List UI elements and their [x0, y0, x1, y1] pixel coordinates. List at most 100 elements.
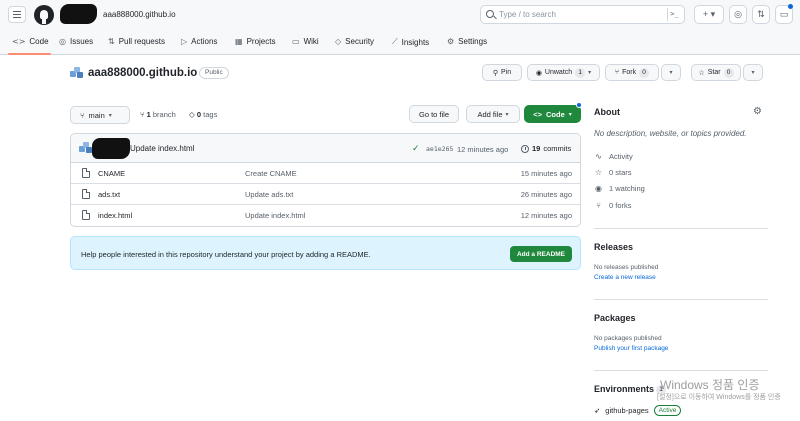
- search-input[interactable]: Type / to search >_: [480, 5, 685, 24]
- file-name[interactable]: index.html: [98, 211, 132, 220]
- about-heading: About: [594, 107, 620, 117]
- code-dropdown-button[interactable]: <> Code ▾: [524, 105, 581, 123]
- fork-button[interactable]: ⑂ Fork 0: [605, 64, 659, 81]
- repo-tabs: <> Code ◎ Issues ⇅ Pull requests ▷ Actio…: [0, 30, 800, 55]
- play-icon: ▷: [181, 37, 188, 46]
- star-button[interactable]: ☆ Star 0: [691, 64, 741, 81]
- branch-icon: ⑂: [80, 110, 85, 120]
- gear-icon[interactable]: ⚙: [753, 106, 762, 117]
- tab-label: Pull requests: [118, 37, 165, 46]
- environments-heading[interactable]: Environments: [594, 384, 654, 394]
- tags-count: 0: [196, 110, 202, 119]
- fork-icon: ⑂: [614, 69, 620, 76]
- pin-button[interactable]: ⚲ Pin: [482, 64, 522, 81]
- chevron-down-icon: ▾: [505, 111, 509, 118]
- create-new-button[interactable]: + ▾: [694, 5, 724, 24]
- stat-label: Activity: [609, 152, 633, 161]
- tab-wiki[interactable]: ▭ Wiki: [292, 37, 319, 46]
- publish-package-link[interactable]: Publish your first package: [594, 345, 668, 352]
- tab-security[interactable]: ◇ Security: [335, 37, 374, 46]
- tag-icon: ◇: [189, 110, 195, 119]
- search-icon: [486, 10, 494, 18]
- issues-icon: ◎: [734, 9, 742, 19]
- repo-title[interactable]: aaa888000.github.io: [88, 67, 197, 79]
- active-tab-underline: [8, 53, 51, 55]
- forks-link[interactable]: ⑂ 0 forks: [594, 201, 631, 210]
- eye-icon: ◉: [535, 69, 542, 77]
- file-commit-message[interactable]: Update index.html: [245, 211, 305, 220]
- fork-dropdown-button[interactable]: ▾: [661, 64, 681, 81]
- packages-heading[interactable]: Packages: [594, 313, 636, 323]
- commits-link[interactable]: 19 commits: [521, 144, 571, 153]
- stars-link[interactable]: ☆ 0 stars: [594, 168, 632, 177]
- file-commit-message[interactable]: Update ads.txt: [245, 190, 293, 199]
- watching-link[interactable]: ◉ 1 watching: [594, 184, 645, 193]
- commits-label: commits: [543, 144, 572, 153]
- go-to-file-label: Go to file: [418, 109, 449, 119]
- environment-item[interactable]: ➶ github-pages Active: [594, 405, 682, 416]
- code-notification-dot: [576, 102, 582, 108]
- go-to-file-button[interactable]: Go to file: [409, 105, 459, 123]
- create-release-link[interactable]: Create a new release: [594, 274, 656, 281]
- file-row[interactable]: ads.txt Update ads.txt 26 minutes ago: [71, 184, 580, 205]
- avatar[interactable]: [79, 142, 92, 153]
- pulse-icon: ∿: [595, 152, 602, 161]
- file-row[interactable]: CNAME Create CNAME 15 minutes ago: [71, 163, 580, 184]
- graph-icon: ⟋: [392, 37, 398, 46]
- branches-label: branch: [152, 110, 176, 119]
- tab-label: Wiki: [303, 37, 319, 46]
- file-row[interactable]: index.html Update index.html 12 minutes …: [71, 205, 580, 226]
- tab-label: Projects: [246, 37, 276, 46]
- releases-heading[interactable]: Releases: [594, 242, 633, 252]
- branch-selector[interactable]: ⑂ main ▾: [70, 106, 130, 124]
- search-placeholder: Type / to search: [499, 10, 556, 19]
- add-readme-button[interactable]: Add a README: [510, 246, 572, 262]
- check-icon[interactable]: ✓: [412, 143, 420, 154]
- tab-pull-requests[interactable]: ⇅ Pull requests: [108, 37, 165, 46]
- github-logo-icon[interactable]: [34, 5, 54, 25]
- file-commit-time: 15 minutes ago: [520, 169, 572, 178]
- plus-icon: + ▾: [702, 9, 716, 19]
- file-commit-time: 26 minutes ago: [520, 190, 572, 199]
- chevron-down-icon: ▾: [669, 70, 673, 76]
- latest-commit-message[interactable]: Update index.html: [130, 144, 194, 153]
- redacted-owner-name: [60, 4, 97, 24]
- notification-dot: [788, 4, 793, 9]
- pull-requests-button[interactable]: ⇅: [752, 5, 770, 24]
- about-description: No description, website, or topics provi…: [594, 129, 747, 138]
- commits-count: 19: [532, 144, 541, 153]
- repo-breadcrumb[interactable]: aaa888000.github.io: [103, 10, 176, 19]
- file-icon: [82, 189, 90, 199]
- star-count: 0: [723, 67, 734, 78]
- hamburger-menu-icon[interactable]: [8, 6, 26, 23]
- fork-label: Fork: [622, 69, 637, 76]
- file-commit-message[interactable]: Create CNAME: [245, 169, 297, 178]
- environment-name[interactable]: github-pages: [605, 406, 648, 415]
- star-dropdown-button[interactable]: ▾: [743, 64, 763, 81]
- command-palette-icon[interactable]: >_: [667, 8, 681, 21]
- pull-requests-icon: ⇅: [757, 9, 765, 19]
- file-name[interactable]: CNAME: [98, 169, 125, 178]
- file-table: Update index.html ✓ ae1e265 12 minutes a…: [70, 133, 581, 227]
- unwatch-button[interactable]: ◉ Unwatch 1 ▾: [527, 64, 600, 81]
- activity-link[interactable]: ∿ Activity: [594, 152, 633, 161]
- repo-owner-avatar-icon: [70, 67, 83, 79]
- file-commit-time: 12 minutes ago: [520, 211, 572, 220]
- issues-button[interactable]: ◎: [729, 5, 747, 24]
- tab-code[interactable]: <> Code: [12, 37, 49, 46]
- tab-settings[interactable]: ⚙ Settings: [447, 37, 487, 46]
- branches-link[interactable]: ⑂ 1 branch: [140, 110, 176, 119]
- tags-link[interactable]: ◇ 0 tags: [189, 110, 217, 119]
- commit-sha[interactable]: ae1e265: [426, 145, 453, 153]
- tab-issues[interactable]: ◎ Issues: [59, 37, 93, 46]
- stat-label: 1 watching: [609, 184, 645, 193]
- add-file-button[interactable]: Add file ▾: [466, 105, 520, 123]
- file-icon: [82, 210, 90, 220]
- file-name[interactable]: ads.txt: [98, 190, 120, 199]
- tab-actions[interactable]: ▷ Actions: [181, 37, 217, 46]
- tab-insights[interactable]: ⟋ Insights: [392, 37, 429, 47]
- tab-projects[interactable]: ▦ Projects: [235, 37, 275, 46]
- releases-empty-text: No releases published: [594, 264, 659, 271]
- sidebar-divider: [594, 370, 768, 371]
- windows-activation-watermark: Windows 정품 인증: [660, 378, 760, 392]
